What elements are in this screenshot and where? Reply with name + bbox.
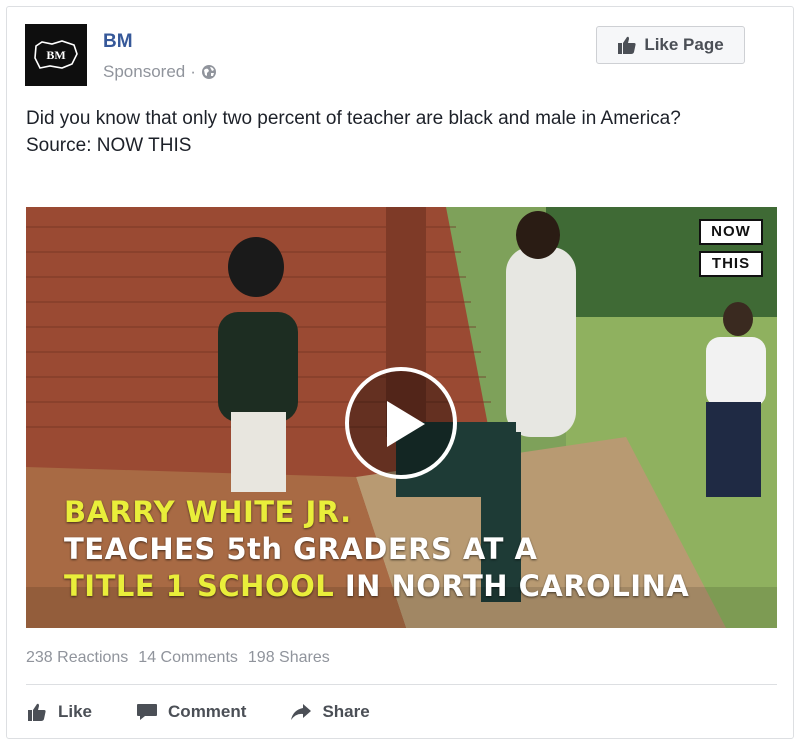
- post-text-source: Source: NOW THIS: [26, 135, 192, 156]
- meta-separator: ·: [190, 62, 196, 81]
- sponsored-post-card: BM BM Sponsored · Like Page Did you know…: [6, 6, 794, 739]
- caption-line1: BARRY WHITE JR.: [64, 495, 352, 529]
- share-button[interactable]: Share: [290, 702, 370, 722]
- globe-icon[interactable]: [201, 64, 217, 80]
- page-name-link[interactable]: BM: [103, 31, 133, 53]
- post-actions: Like Comment Share: [26, 697, 414, 727]
- nowthis-badge: NOW THIS: [699, 219, 763, 283]
- bm-logo-icon: BM: [34, 40, 78, 69]
- share-arrow-icon: [291, 704, 312, 720]
- nowthis-badge-top: NOW: [699, 219, 763, 245]
- sponsored-label[interactable]: Sponsored: [103, 62, 185, 82]
- comment-bubble-icon: [137, 704, 158, 720]
- comments-count[interactable]: 14 Comments: [138, 649, 238, 667]
- like-button[interactable]: Like: [26, 702, 92, 722]
- caption-line2: TEACHES 5th GRADERS AT A: [64, 532, 538, 566]
- post-meta: Sponsored ·: [103, 62, 217, 82]
- share-label: Share: [322, 702, 370, 721]
- post-text: Did you know that only two percent of te…: [26, 105, 726, 159]
- caption-line3-highlight: TITLE 1 SCHOOL: [64, 569, 335, 603]
- comment-button[interactable]: Comment: [136, 702, 246, 722]
- actions-divider: [26, 684, 777, 685]
- caption-line3: TITLE 1 SCHOOL IN NORTH CAROLINA: [64, 568, 764, 605]
- thumbs-up-icon: [28, 703, 46, 721]
- like-label: Like: [58, 702, 93, 721]
- nowthis-badge-bottom: THIS: [699, 251, 763, 277]
- like-page-button[interactable]: Like Page: [596, 26, 745, 64]
- comment-label: Comment: [168, 702, 247, 721]
- post-text-line1: Did you know that only two percent of te…: [26, 108, 681, 129]
- page-avatar[interactable]: BM: [25, 24, 87, 86]
- video-player[interactable]: NOW THIS BARRY WHITE JR. TEACHES 5th GRA…: [26, 207, 777, 628]
- play-button[interactable]: [345, 367, 457, 479]
- avatar-text: BM: [46, 48, 65, 62]
- video-caption: BARRY WHITE JR. TEACHES 5th GRADERS AT A…: [64, 494, 764, 605]
- caption-line3-rest: IN NORTH CAROLINA: [334, 569, 690, 603]
- shares-count[interactable]: 198 Shares: [248, 649, 330, 667]
- engagement-stats: 238 Reactions 14 Comments 198 Shares: [26, 649, 330, 667]
- thumbs-up-icon: [618, 36, 636, 54]
- like-page-label: Like Page: [644, 35, 724, 54]
- reactions-count[interactable]: 238 Reactions: [26, 649, 128, 667]
- play-icon: [387, 401, 425, 447]
